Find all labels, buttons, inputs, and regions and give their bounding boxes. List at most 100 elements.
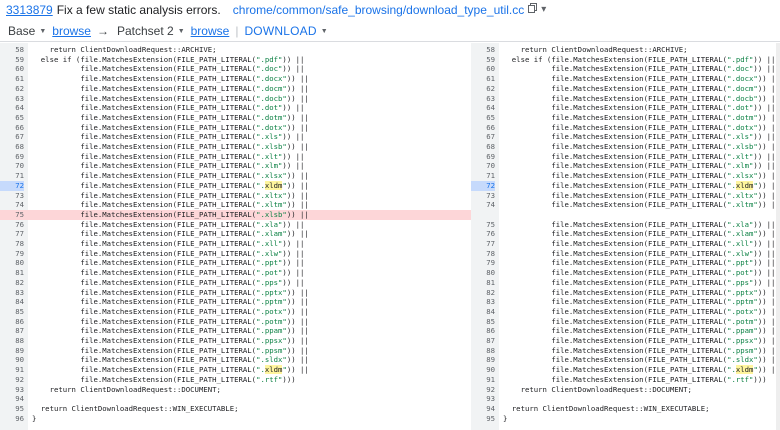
line-number[interactable]: 59 — [0, 55, 24, 65]
line-number[interactable]: 63 — [0, 94, 24, 104]
line-number[interactable]: 73 — [471, 191, 495, 201]
line-number[interactable]: 58 — [0, 45, 24, 55]
line-number[interactable]: 88 — [471, 346, 495, 356]
line-number[interactable]: 80 — [0, 258, 24, 268]
line-number[interactable]: 93 — [0, 385, 24, 395]
line-number[interactable]: 93 — [471, 394, 495, 404]
line-number[interactable]: 64 — [471, 103, 495, 113]
line-number[interactable]: 75 — [471, 220, 495, 230]
line-number[interactable]: 60 — [471, 64, 495, 74]
line-number[interactable]: 62 — [471, 84, 495, 94]
line-number[interactable]: 67 — [0, 132, 24, 142]
line-number[interactable]: 71 — [0, 171, 24, 181]
diff-line: 87 file.MatchesExtension(FILE_PATH_LITER… — [0, 326, 471, 336]
base-label[interactable]: Base — [8, 24, 35, 38]
line-number[interactable]: 65 — [471, 113, 495, 123]
line-number[interactable]: 82 — [471, 288, 495, 298]
line-number[interactable]: 74 — [0, 200, 24, 210]
line-number[interactable]: 72 — [0, 180, 24, 191]
line-number[interactable]: 61 — [0, 74, 24, 84]
line-number[interactable]: 70 — [471, 161, 495, 171]
line-number[interactable]: 63 — [471, 94, 495, 104]
line-number[interactable]: 71 — [471, 171, 495, 181]
code-text: file.MatchesExtension(FILE_PATH_LITERAL(… — [503, 103, 776, 113]
line-number[interactable]: 77 — [471, 239, 495, 249]
line-number[interactable]: 65 — [0, 113, 24, 123]
chevron-down-icon[interactable]: ▾ — [541, 4, 546, 15]
line-number[interactable]: 60 — [0, 64, 24, 74]
line-number[interactable]: 81 — [0, 268, 24, 278]
line-number[interactable]: 75 — [0, 210, 24, 220]
line-number[interactable]: 92 — [471, 385, 495, 395]
base-dropdown-icon[interactable]: ▼ — [39, 28, 46, 35]
patchset-label[interactable]: Patchset 2 — [117, 24, 174, 38]
line-number[interactable]: 90 — [0, 355, 24, 365]
code-text: file.MatchesExtension(FILE_PATH_LITERAL(… — [32, 200, 309, 210]
line-number[interactable]: 61 — [471, 74, 495, 84]
line-number[interactable]: 86 — [471, 326, 495, 336]
line-number[interactable]: 67 — [471, 132, 495, 142]
line-number[interactable]: 84 — [0, 297, 24, 307]
download-dropdown-icon[interactable]: ▼ — [321, 28, 328, 35]
line-number[interactable]: 62 — [0, 84, 24, 94]
line-number[interactable]: 91 — [471, 375, 495, 385]
line-number[interactable]: 85 — [471, 317, 495, 327]
code-text: file.MatchesExtension(FILE_PATH_LITERAL(… — [503, 229, 780, 239]
copy-icon[interactable] — [528, 3, 538, 16]
vertical-scrollbar[interactable] — [776, 43, 780, 430]
line-number[interactable]: 95 — [471, 414, 495, 424]
line-number[interactable]: 84 — [471, 307, 495, 317]
base-browse-link[interactable]: browse — [52, 24, 91, 38]
line-number[interactable]: 83 — [0, 288, 24, 298]
line-number[interactable]: 89 — [471, 355, 495, 365]
diff-line: 78 file.MatchesExtension(FILE_PATH_LITER… — [471, 249, 780, 259]
line-number[interactable]: 87 — [471, 336, 495, 346]
line-number[interactable]: 78 — [0, 239, 24, 249]
line-number[interactable]: 81 — [471, 278, 495, 288]
line-number[interactable]: 68 — [0, 142, 24, 152]
line-number[interactable]: 64 — [0, 103, 24, 113]
line-number[interactable]: 79 — [0, 249, 24, 259]
diff-line: 63 file.MatchesExtension(FILE_PATH_LITER… — [471, 94, 780, 104]
line-number[interactable]: 82 — [0, 278, 24, 288]
line-number[interactable]: 94 — [471, 404, 495, 414]
line-number[interactable]: 85 — [0, 307, 24, 317]
line-number[interactable]: 69 — [471, 152, 495, 162]
line-number[interactable]: 59 — [471, 55, 495, 65]
line-number[interactable]: 66 — [471, 123, 495, 133]
line-number[interactable]: 73 — [0, 191, 24, 201]
line-number[interactable]: 96 — [0, 414, 24, 424]
diff-line: 60 file.MatchesExtension(FILE_PATH_LITER… — [471, 64, 780, 74]
line-number[interactable]: 87 — [0, 326, 24, 336]
line-number[interactable]: 91 — [0, 365, 24, 375]
line-number[interactable]: 89 — [0, 346, 24, 356]
line-number[interactable]: 68 — [471, 142, 495, 152]
change-number-link[interactable]: 3313879 — [6, 3, 53, 17]
patchset-dropdown-icon[interactable]: ▼ — [178, 28, 185, 35]
download-button[interactable]: DOWNLOAD — [244, 24, 316, 38]
line-number[interactable]: 72 — [471, 180, 495, 191]
line-number[interactable]: 80 — [471, 268, 495, 278]
line-number[interactable]: 92 — [0, 375, 24, 385]
line-number[interactable]: 74 — [471, 200, 495, 210]
line-number[interactable]: 77 — [0, 229, 24, 239]
line-number[interactable]: 94 — [0, 394, 24, 404]
line-number[interactable]: 83 — [471, 297, 495, 307]
line-number[interactable]: 88 — [0, 336, 24, 346]
line-number[interactable]: 69 — [0, 152, 24, 162]
line-number[interactable]: 86 — [0, 317, 24, 327]
line-number[interactable]: 79 — [471, 258, 495, 268]
patch-browse-link[interactable]: browse — [191, 24, 230, 38]
line-number[interactable]: 58 — [471, 45, 495, 55]
diff-line: 64 file.MatchesExtension(FILE_PATH_LITER… — [0, 103, 471, 113]
line-number[interactable]: 70 — [0, 161, 24, 171]
diff-line: 88 file.MatchesExtension(FILE_PATH_LITER… — [471, 346, 780, 356]
line-number[interactable]: 66 — [0, 123, 24, 133]
code-text: return ClientDownloadRequest::WIN_EXECUT… — [503, 403, 710, 413]
line-number[interactable]: 78 — [471, 249, 495, 259]
line-number[interactable]: 76 — [471, 229, 495, 239]
line-number[interactable]: 76 — [0, 220, 24, 230]
line-number[interactable]: 95 — [0, 404, 24, 414]
line-number[interactable]: 90 — [471, 365, 495, 375]
code-text: file.MatchesExtension(FILE_PATH_LITERAL(… — [32, 248, 305, 258]
